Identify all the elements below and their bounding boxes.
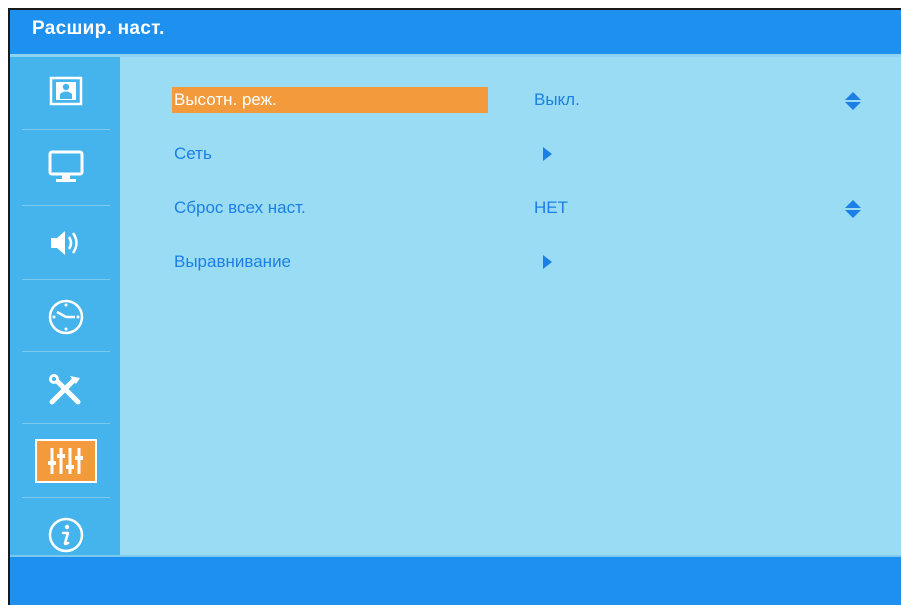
menu-row-reset-all[interactable]: Сброс всех наст. НЕТ [172, 195, 872, 225]
submenu-arrow-icon[interactable] [543, 147, 552, 161]
menu-row-value: Выкл. [534, 90, 580, 109]
sidebar-item-advanced[interactable] [20, 427, 112, 495]
menu-row-label: Выравнивание [174, 252, 292, 271]
display-icon [48, 150, 84, 182]
info-icon [48, 517, 84, 553]
sidebar-item-setup[interactable] [20, 355, 112, 423]
menu-row-label: Сброс всех наст. [174, 198, 306, 217]
menu-row-alignment[interactable]: Выравнивание [172, 249, 872, 279]
bottom-bar [10, 555, 901, 605]
up-down-arrows-icon[interactable] [844, 91, 862, 111]
submenu-arrow-icon[interactable] [543, 255, 552, 269]
menu-row-high-altitude[interactable]: Высотн. реж. Выкл. [172, 87, 872, 117]
speaker-icon [51, 231, 78, 255]
picture-icon [49, 76, 83, 106]
menu-row-value: НЕТ [534, 198, 568, 217]
menu-row-network[interactable]: Сеть [172, 141, 872, 171]
advanced-settings-icon [48, 448, 83, 474]
osd-window: Расшир. наст. Высотн. реж. Выкл. Сеть Сб… [8, 8, 901, 605]
menu-row-label: Сеть [174, 144, 212, 163]
menu-title: Расшир. наст. [32, 18, 165, 39]
sidebar [10, 57, 120, 557]
sidebar-item-audio[interactable] [20, 209, 112, 277]
title-bar: Расшир. наст. [10, 10, 901, 57]
clock-icon [48, 299, 84, 335]
sidebar-item-display[interactable] [20, 133, 112, 201]
tools-icon [49, 374, 81, 405]
menu-content: Высотн. реж. Выкл. Сеть Сброс всех наст.… [120, 57, 901, 557]
sidebar-item-timer[interactable] [20, 283, 112, 351]
menu-row-label: Высотн. реж. [172, 87, 488, 113]
up-down-arrows-icon[interactable] [844, 199, 862, 219]
sidebar-item-picture[interactable] [20, 57, 112, 125]
